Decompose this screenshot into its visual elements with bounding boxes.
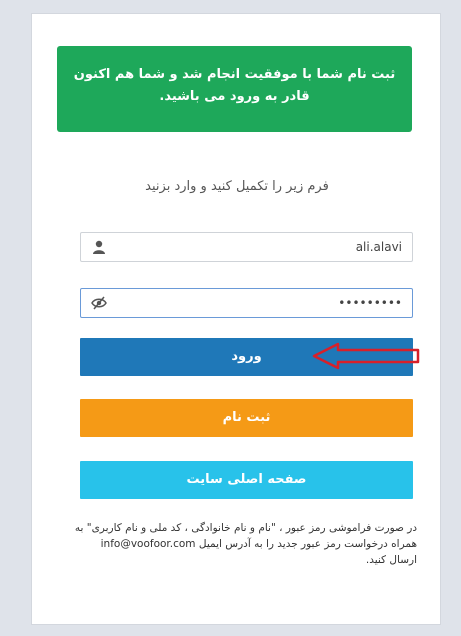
forgot-password-note: در صورت فراموشی رمز عبور ، "نام و نام خا… — [74, 522, 417, 566]
user-icon — [91, 239, 107, 255]
password-input[interactable] — [115, 293, 402, 313]
success-alert: ثبت نام شما با موفقیت انجام شد و شما هم … — [57, 46, 412, 132]
eye-slash-icon — [91, 295, 107, 311]
success-alert-message: ثبت نام شما با موفقیت انجام شد و شما هم … — [73, 67, 396, 104]
login-card: ثبت نام شما با موفقیت انجام شد و شما هم … — [31, 13, 441, 625]
signup-button[interactable]: ثبت نام — [80, 399, 413, 437]
username-input[interactable] — [115, 237, 402, 257]
home-page-button[interactable]: صفحه اصلی سایت — [80, 461, 413, 499]
password-field[interactable] — [80, 288, 413, 318]
form-instruction: فرم زیر را تکمیل کنید و وارد بزنید — [145, 179, 329, 194]
red-arrow-icon — [312, 342, 420, 370]
username-field[interactable] — [80, 232, 413, 262]
